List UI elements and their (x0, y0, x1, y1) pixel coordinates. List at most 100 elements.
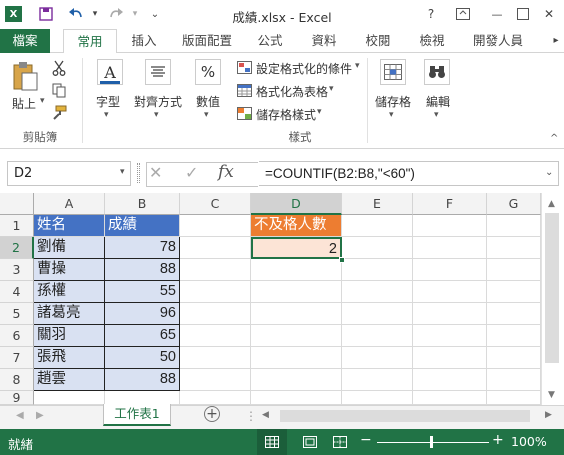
cell-e5[interactable] (342, 303, 413, 325)
collapse-ribbon-icon[interactable]: ^ (550, 133, 558, 144)
cells-dropdown-icon[interactable]: ▾ (389, 110, 394, 120)
cell-f4[interactable] (413, 281, 487, 303)
cell-a3[interactable]: 曹操 (34, 259, 105, 281)
cancel-entry-icon[interactable]: ✕ (149, 163, 162, 182)
page-layout-view-icon[interactable] (303, 436, 317, 451)
cell-c9[interactable] (180, 391, 251, 405)
cell-f1[interactable] (413, 215, 487, 237)
ribbon-display-options-icon[interactable] (455, 6, 471, 22)
conditional-format-button[interactable]: 設定格式化的條件 (256, 60, 352, 77)
cell-styles-button[interactable]: 儲存格樣式 (256, 106, 316, 123)
cell-b9[interactable] (105, 391, 180, 405)
cell-d6[interactable] (251, 325, 342, 347)
tab-formulas[interactable]: 公式 (250, 29, 290, 53)
alignment-dropdown-icon[interactable]: ▾ (154, 110, 159, 120)
column-header-f[interactable]: F (413, 193, 487, 215)
paste-dropdown-icon[interactable]: ▾ (40, 96, 45, 106)
cell-g1[interactable] (487, 215, 541, 237)
row-header-8[interactable]: 8 (0, 369, 34, 391)
cell-a8[interactable]: 趙雲 (34, 369, 105, 391)
cell-a9[interactable] (34, 391, 105, 405)
cell-f3[interactable] (413, 259, 487, 281)
cell-d3[interactable] (251, 259, 342, 281)
cell-f8[interactable] (413, 369, 487, 391)
column-header-g[interactable]: G (487, 193, 541, 215)
row-header-6[interactable]: 6 (0, 325, 34, 347)
cell-a6[interactable]: 關羽 (34, 325, 105, 347)
cell-c3[interactable] (180, 259, 251, 281)
normal-view-button[interactable] (257, 429, 287, 455)
cell-d9[interactable] (251, 391, 342, 405)
enter-entry-icon[interactable]: ✓ (185, 163, 198, 182)
minimize-button[interactable]: — (489, 6, 505, 22)
name-box-dropdown-icon[interactable]: ▾ (120, 167, 125, 177)
cell-b7[interactable]: 50 (105, 347, 180, 369)
scroll-down-icon[interactable]: ▼ (548, 390, 555, 400)
zoom-in-icon[interactable]: + (492, 432, 504, 448)
close-button[interactable]: ✕ (541, 6, 557, 22)
cell-b1[interactable]: 成績 (105, 215, 180, 237)
cell-g4[interactable] (487, 281, 541, 303)
format-as-table-button[interactable]: 格式化為表格 (256, 83, 328, 100)
zoom-out-icon[interactable]: − (360, 432, 372, 448)
column-header-c[interactable]: C (180, 193, 251, 215)
tab-review[interactable]: 校閱 (358, 29, 398, 53)
paste-icon[interactable] (10, 59, 40, 93)
number-dropdown-icon[interactable]: ▾ (204, 110, 209, 120)
format-as-table-icon[interactable] (236, 83, 252, 97)
column-header-a[interactable]: A (34, 193, 105, 215)
cell-b4[interactable]: 55 (105, 281, 180, 303)
cell-g2[interactable] (487, 237, 541, 259)
cell-c4[interactable] (180, 281, 251, 303)
help-button[interactable]: ? (423, 6, 439, 22)
formula-bar-grip[interactable] (137, 163, 140, 183)
cell-styles-dropdown-icon[interactable]: ▾ (317, 107, 322, 117)
column-header-b[interactable]: B (105, 193, 180, 215)
sheet-scroll-right-icon[interactable]: ▶ (36, 410, 44, 421)
font-button-label[interactable]: 字型 (96, 93, 120, 110)
cell-f2[interactable] (413, 237, 487, 259)
column-header-d[interactable]: D (251, 193, 342, 215)
tab-view[interactable]: 檢視 (412, 29, 452, 53)
tab-split-icon[interactable]: ⋮ (245, 409, 257, 423)
cell-e6[interactable] (342, 325, 413, 347)
alignment-button-label[interactable]: 對齊方式 (134, 93, 182, 110)
cell-b5[interactable]: 96 (105, 303, 180, 325)
cell-c1[interactable] (180, 215, 251, 237)
paste-button-label[interactable]: 貼上 (12, 95, 36, 112)
cell-f9[interactable] (413, 391, 487, 405)
cells-button-label[interactable]: 儲存格 (375, 93, 411, 110)
tab-data[interactable]: 資料 (304, 29, 344, 53)
cell-g7[interactable] (487, 347, 541, 369)
select-all-corner[interactable] (0, 193, 34, 215)
zoom-slider-track[interactable] (377, 442, 489, 443)
cell-c6[interactable] (180, 325, 251, 347)
number-format-icon[interactable]: % (195, 59, 221, 85)
page-break-preview-icon[interactable] (333, 436, 347, 451)
add-sheet-icon[interactable]: + (204, 406, 220, 422)
cell-g6[interactable] (487, 325, 541, 347)
cell-e4[interactable] (342, 281, 413, 303)
cell-b2[interactable]: 78 (105, 237, 180, 259)
cell-g8[interactable] (487, 369, 541, 391)
cell-g5[interactable] (487, 303, 541, 325)
zoom-slider-thumb[interactable] (430, 436, 433, 448)
alignment-icon[interactable] (145, 59, 171, 85)
cell-e2[interactable] (342, 237, 413, 259)
tab-home[interactable]: 常用 (63, 29, 117, 54)
cell-d8[interactable] (251, 369, 342, 391)
cell-a7[interactable]: 張飛 (34, 347, 105, 369)
cell-f5[interactable] (413, 303, 487, 325)
tab-page-layout[interactable]: 版面配置 (174, 29, 240, 53)
cell-styles-icon[interactable] (236, 106, 252, 120)
number-button-label[interactable]: 數值 (196, 93, 220, 110)
cell-b8[interactable]: 88 (105, 369, 180, 391)
editing-dropdown-icon[interactable]: ▾ (434, 110, 439, 120)
row-header-5[interactable]: 5 (0, 303, 34, 325)
cell-b6[interactable]: 65 (105, 325, 180, 347)
cell-d5[interactable] (251, 303, 342, 325)
vertical-scroll-thumb[interactable] (545, 213, 559, 363)
tab-insert[interactable]: 插入 (124, 29, 164, 53)
hscroll-left-icon[interactable]: ◀ (262, 410, 269, 420)
maximize-button[interactable] (515, 6, 531, 22)
